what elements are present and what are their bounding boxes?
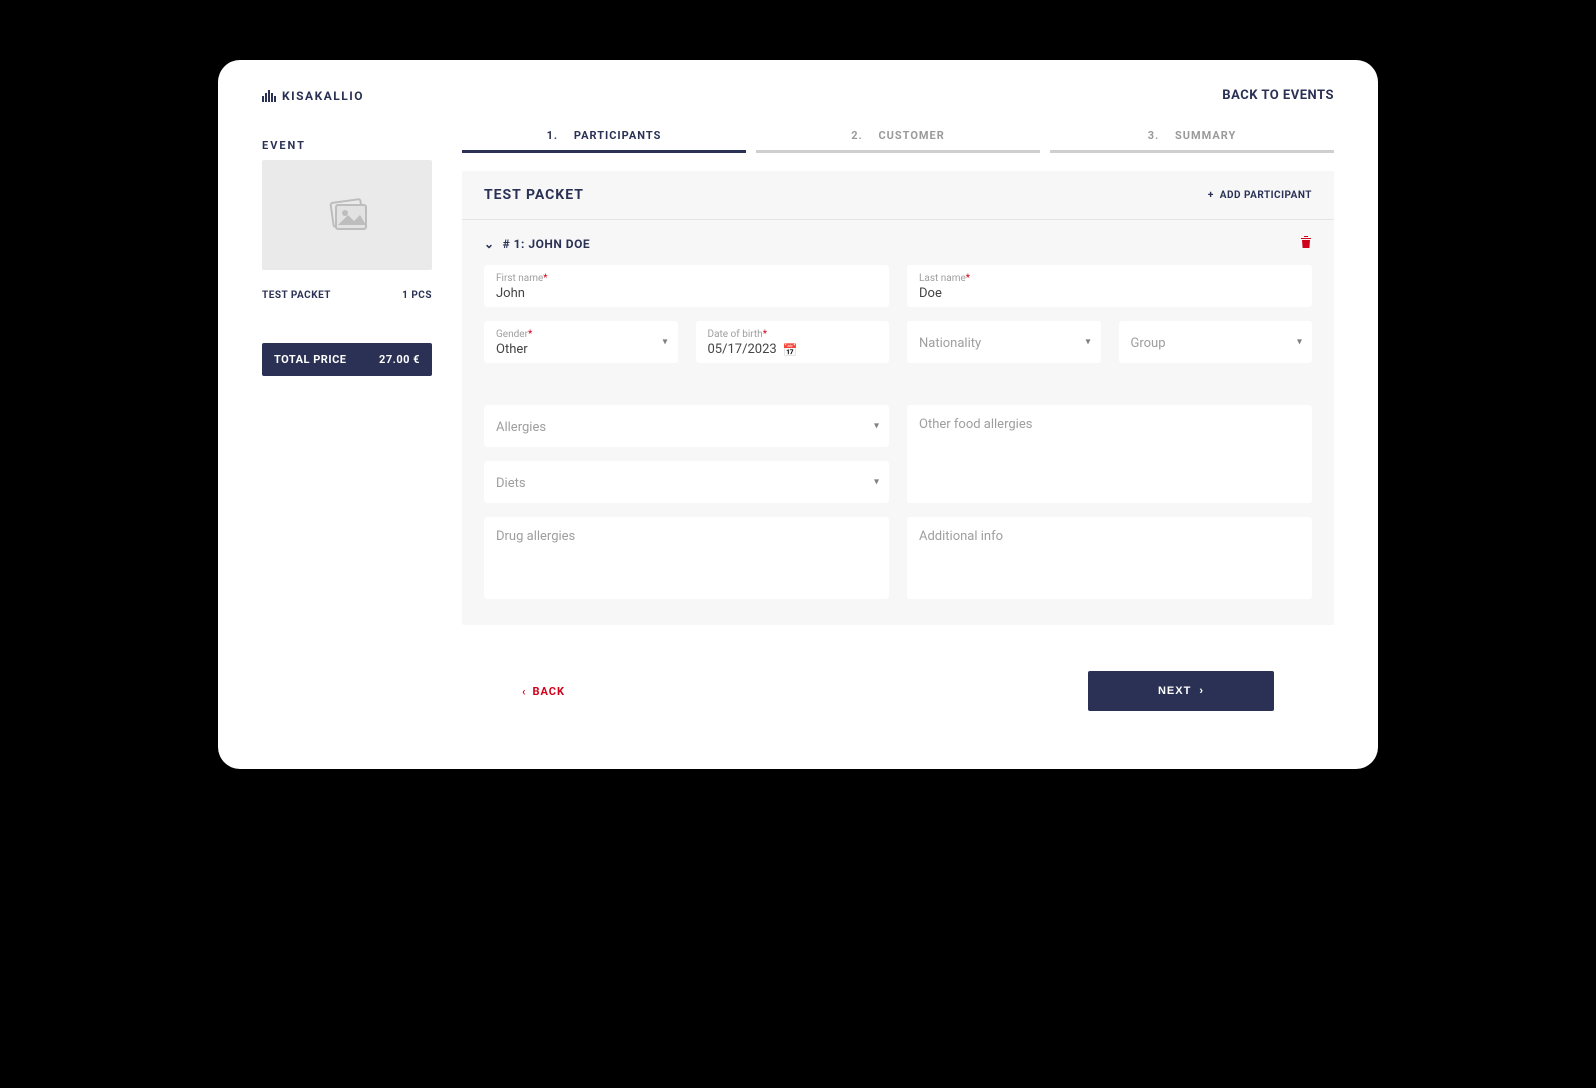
nationality-select[interactable]: Nationality ▾ [907,321,1101,363]
required-mark: * [528,329,532,340]
step-number: 1. [547,129,559,142]
gender-value: Other [496,342,666,357]
event-sidebar: EVENT TEST PACKET 1 PCS TOTAL PRICE 27.0… [262,129,432,711]
field-label: Date of birth [708,329,763,340]
gender-select[interactable]: Gender* Other ▾ [484,321,678,363]
back-label: BACK [532,685,565,698]
step-number: 3. [1148,129,1160,142]
group-select[interactable]: Group ▾ [1119,321,1313,363]
nationality-placeholder: Nationality [919,336,1089,351]
back-to-events-link[interactable]: BACK TO EVENTS [1222,88,1334,103]
step-label: CUSTOMER [878,129,944,142]
plus-icon: + [1208,190,1214,201]
allergies-placeholder: Allergies [496,420,877,435]
diets-placeholder: Diets [496,476,877,491]
drug-placeholder: Drug allergies [496,529,877,544]
main-content: 1. PARTICIPANTS 2. CUSTOMER 3. SUMMARY T… [462,129,1334,711]
panel-header: TEST PACKET + ADD PARTICIPANT [462,171,1334,220]
chevron-down-icon: ⌄ [484,237,495,251]
field-label: Gender [496,329,528,340]
participants-panel: TEST PACKET + ADD PARTICIPANT ⌄ # 1: JOH… [462,171,1334,625]
diets-select[interactable]: Diets ▾ [484,461,889,503]
total-price-row: TOTAL PRICE 27.00 € [262,343,432,376]
other-food-placeholder: Other food allergies [919,417,1300,432]
first-name-field[interactable]: First name* John [484,265,889,307]
other-food-allergies-field[interactable]: Other food allergies [907,405,1312,503]
allergies-select[interactable]: Allergies ▾ [484,405,889,447]
chevron-right-icon: › [1199,685,1204,697]
event-label: EVENT [262,139,432,152]
chevron-left-icon: ‹ [522,685,526,698]
topbar: KISAKALLIO BACK TO EVENTS [262,88,1334,103]
group-placeholder: Group [1131,336,1301,351]
additional-info-field[interactable]: Additional info [907,517,1312,599]
back-button[interactable]: ‹ BACK [522,685,565,698]
wizard-footer: ‹ BACK NEXT › [462,671,1334,711]
next-button[interactable]: NEXT › [1088,671,1274,711]
total-label: TOTAL PRICE [274,353,346,366]
step-label: SUMMARY [1175,129,1236,142]
cart-item-qty: 1 PCS [402,290,432,301]
brand-logo: KISAKALLIO [262,89,364,103]
trash-icon [1300,235,1312,249]
chevron-down-icon: ▾ [874,477,879,488]
required-mark: * [543,273,547,284]
panel-title: TEST PACKET [484,187,584,203]
step-tabs: 1. PARTICIPANTS 2. CUSTOMER 3. SUMMARY [462,129,1334,153]
field-label: First name [496,273,543,284]
photo-placeholder-icon [324,195,370,235]
tab-participants[interactable]: 1. PARTICIPANTS [462,129,746,153]
chevron-down-icon: ▾ [1297,337,1302,348]
event-thumbnail [262,160,432,270]
last-name-value: Doe [919,286,1300,301]
drug-allergies-field[interactable]: Drug allergies [484,517,889,599]
chevron-down-icon: ▾ [662,337,667,348]
last-name-field[interactable]: Last name* Doe [907,265,1312,307]
participant-accordion-header[interactable]: ⌄ # 1: JOHN DOE [462,220,1334,265]
total-value: 27.00 € [379,353,420,366]
chevron-down-icon: ▾ [1085,337,1090,348]
first-name-value: John [496,286,877,301]
add-participant-button[interactable]: + ADD PARTICIPANT [1208,190,1312,201]
participant-title: # 1: JOHN DOE [503,237,591,251]
bars-icon [262,90,276,102]
cart-item-name: TEST PACKET [262,290,331,301]
required-mark: * [966,273,970,284]
required-mark: * [763,329,767,340]
tab-customer[interactable]: 2. CUSTOMER [756,129,1040,153]
dob-field[interactable]: Date of birth* 05/17/2023 📅 [696,321,890,363]
tab-summary[interactable]: 3. SUMMARY [1050,129,1334,153]
participant-form: First name* John Last name* Doe Gender* … [462,265,1334,625]
app-window: KISAKALLIO BACK TO EVENTS EVENT TEST PAC… [218,60,1378,769]
dob-value: 05/17/2023 [708,342,777,357]
step-number: 2. [851,129,863,142]
field-label: Last name [919,273,966,284]
brand-name: KISAKALLIO [282,89,364,103]
delete-participant-button[interactable] [1300,234,1312,253]
calendar-icon: 📅 [783,343,798,357]
next-label: NEXT [1158,685,1191,697]
step-label: PARTICIPANTS [574,129,661,142]
chevron-down-icon: ▾ [874,421,879,432]
cart-item-row: TEST PACKET 1 PCS [262,284,432,343]
additional-placeholder: Additional info [919,529,1300,544]
add-participant-label: ADD PARTICIPANT [1220,190,1312,201]
